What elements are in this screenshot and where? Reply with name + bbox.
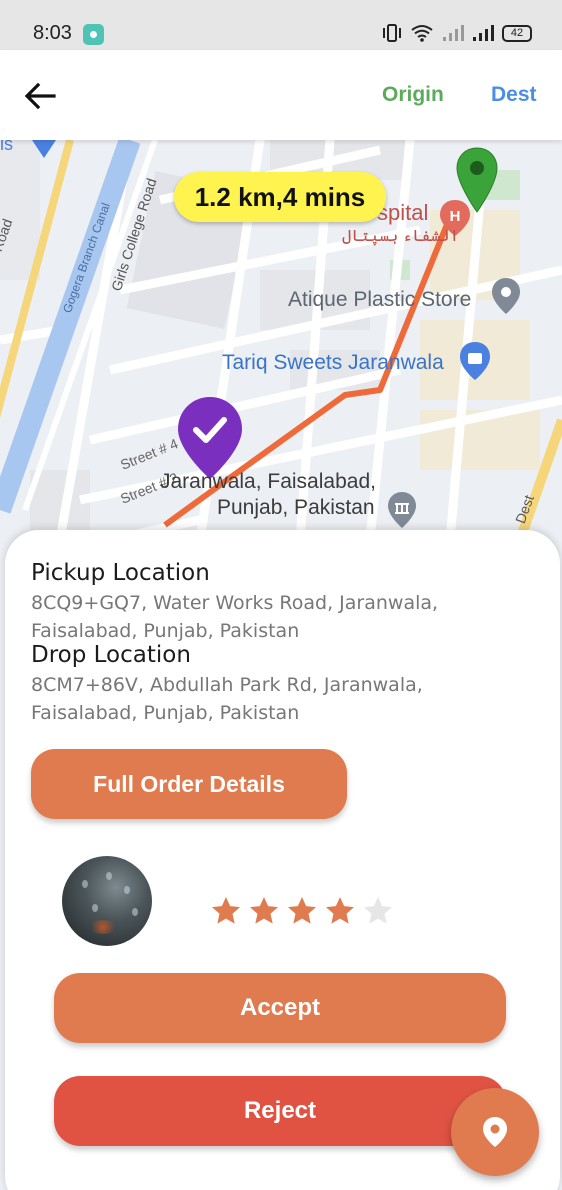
- avatar-raindrop: [106, 872, 112, 880]
- star-empty-icon: [364, 897, 392, 924]
- full-order-details-button[interactable]: Full Order Details: [31, 749, 347, 819]
- location-fab-button[interactable]: [451, 1088, 539, 1176]
- museum-marker-icon[interactable]: [386, 490, 418, 530]
- avatar: [62, 856, 152, 946]
- status-indicators: 42: [382, 24, 532, 42]
- store-marker-icon[interactable]: [490, 276, 522, 316]
- map-label-place-line1: Jaranwala, Faisalabad,: [160, 470, 376, 493]
- avatar-raindrop: [124, 886, 130, 894]
- drop-heading: Drop Location: [31, 642, 191, 668]
- dest-button[interactable]: Dest: [491, 83, 537, 107]
- map-label-atique: Atique Plastic Store: [288, 288, 472, 311]
- origin-button[interactable]: Origin: [382, 83, 444, 107]
- star-filled-icon: [250, 897, 278, 924]
- shopping-marker-icon[interactable]: [458, 340, 492, 382]
- origin-pin-icon[interactable]: [176, 395, 244, 481]
- avatar-raindrop: [132, 908, 138, 916]
- distance-badge: 1.2 km,4 mins: [174, 172, 386, 222]
- map-label-top-left: ls: [0, 140, 13, 154]
- vibrate-icon: [383, 24, 401, 42]
- accept-button[interactable]: Accept: [54, 973, 506, 1043]
- app-bar: Origin Dest: [0, 50, 562, 140]
- star-filled-icon: [326, 897, 354, 924]
- drop-address: 8CM7+86V, Abdullah Park Rd, Jaranwala, F…: [31, 674, 423, 724]
- app-notification-icon: [83, 24, 104, 45]
- rating-stars: [210, 895, 394, 927]
- map-label-tariq: Tariq Sweets Jaranwala: [222, 351, 444, 374]
- map-label-place-line2: Punjab, Pakistan: [217, 496, 375, 519]
- reject-button[interactable]: Reject: [54, 1076, 506, 1146]
- signal-icon-1: [443, 25, 464, 41]
- pickup-address: 8CQ9+GQ7, Water Works Road, Jaranwala, F…: [31, 592, 439, 642]
- status-time: 8:03: [33, 22, 72, 44]
- status-bar: 8:03 42: [0, 0, 562, 50]
- pickup-heading: Pickup Location: [31, 560, 210, 586]
- map-label-hospital-urdu: الشفاء ہسپتال: [342, 228, 459, 245]
- back-button[interactable]: [22, 78, 58, 114]
- star-filled-icon: [212, 897, 240, 924]
- arrow-left-icon: [24, 82, 56, 110]
- destination-pin-icon[interactable]: [455, 146, 499, 214]
- battery-icon: 42: [502, 24, 532, 42]
- avatar-raindrop: [82, 880, 88, 888]
- location-pin-icon: [483, 1117, 507, 1147]
- avatar-raindrop: [92, 904, 98, 912]
- signal-icon-2: [473, 25, 494, 41]
- avatar-glow: [88, 920, 118, 934]
- wifi-icon: [411, 25, 433, 42]
- star-filled-icon: [288, 897, 316, 924]
